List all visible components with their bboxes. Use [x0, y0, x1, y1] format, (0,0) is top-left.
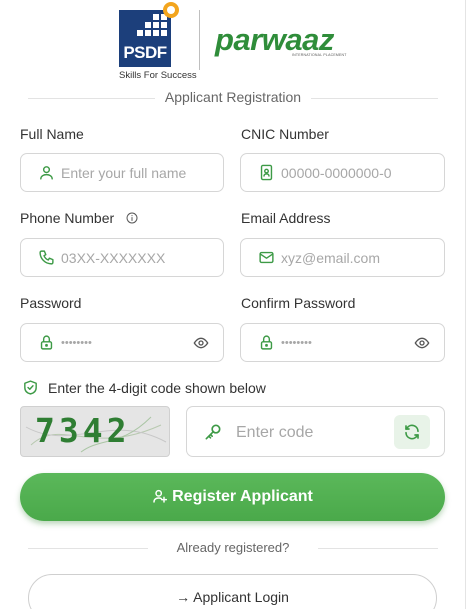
mail-icon [259, 251, 274, 264]
refresh-captcha-button[interactable] [394, 415, 430, 449]
password-input[interactable]: •••••••• [20, 323, 224, 362]
phone-input[interactable]: 03XX-XXXXXXX [20, 238, 224, 277]
cnic-label: CNIC Number [241, 126, 329, 142]
user-plus-icon [153, 489, 168, 503]
register-button-label: Register Applicant [172, 488, 313, 505]
confirm-password-input[interactable]: •••••••• [240, 323, 445, 362]
captcha-image: 7342 [20, 406, 170, 457]
captcha-instruction: Enter the 4-digit code shown below [48, 380, 266, 396]
phone-label: Phone Number [20, 210, 115, 226]
password-placeholder: •••••••• [61, 337, 92, 349]
parwaaz-tagline: INTERNATIONAL PLACEMENT [292, 53, 347, 57]
full-name-placeholder: Enter your full name [61, 165, 187, 181]
already-registered-row: Already registered? [28, 538, 438, 558]
full-name-input[interactable]: Enter your full name [20, 153, 224, 192]
id-card-icon [260, 164, 273, 181]
captcha-code-placeholder: Enter code [236, 424, 314, 441]
already-registered-text: Already registered? [176, 540, 290, 555]
eye-icon[interactable] [193, 335, 209, 351]
section-title: Applicant Registration [154, 89, 312, 105]
psdf-tagline: Skills For Success [119, 70, 197, 81]
lock-icon [260, 335, 273, 350]
confirm-password-placeholder: •••••••• [281, 337, 312, 349]
cnic-input[interactable]: 00000-0000000-0 [240, 153, 445, 192]
registration-card: PSDF Skills For Success parwaaz INTERNAT… [0, 0, 466, 609]
password-label: Password [20, 295, 82, 311]
psdf-logo-dot [163, 2, 179, 18]
logo-divider [199, 10, 200, 70]
captcha-code-input[interactable]: Enter code [186, 406, 445, 457]
applicant-login-button[interactable]: → Applicant Login [28, 574, 437, 609]
email-input[interactable]: xyz@email.com [240, 238, 445, 277]
phone-icon [39, 250, 54, 265]
shield-check-icon [24, 380, 37, 395]
refresh-icon [405, 424, 419, 440]
register-applicant-button[interactable]: Register Applicant [20, 473, 445, 521]
captcha-code: 7342 [35, 411, 131, 450]
psdf-logo: PSDF Skills For Success [117, 2, 197, 82]
user-icon [40, 166, 53, 180]
cnic-placeholder: 00000-0000000-0 [281, 165, 392, 181]
psdf-logo-text: PSDF [123, 43, 167, 62]
key-icon [205, 424, 221, 440]
email-placeholder: xyz@email.com [281, 250, 381, 266]
logo-header: PSDF Skills For Success parwaaz INTERNAT… [0, 0, 466, 84]
eye-icon[interactable] [414, 335, 430, 351]
info-icon[interactable] [126, 212, 138, 224]
confirm-password-label: Confirm Password [241, 295, 356, 311]
login-button-label: → Applicant Login [176, 589, 289, 605]
full-name-label: Full Name [20, 126, 84, 142]
phone-placeholder: 03XX-XXXXXXX [61, 250, 166, 266]
lock-icon [40, 335, 53, 350]
email-label: Email Address [241, 210, 331, 226]
section-header: Applicant Registration [28, 88, 438, 108]
